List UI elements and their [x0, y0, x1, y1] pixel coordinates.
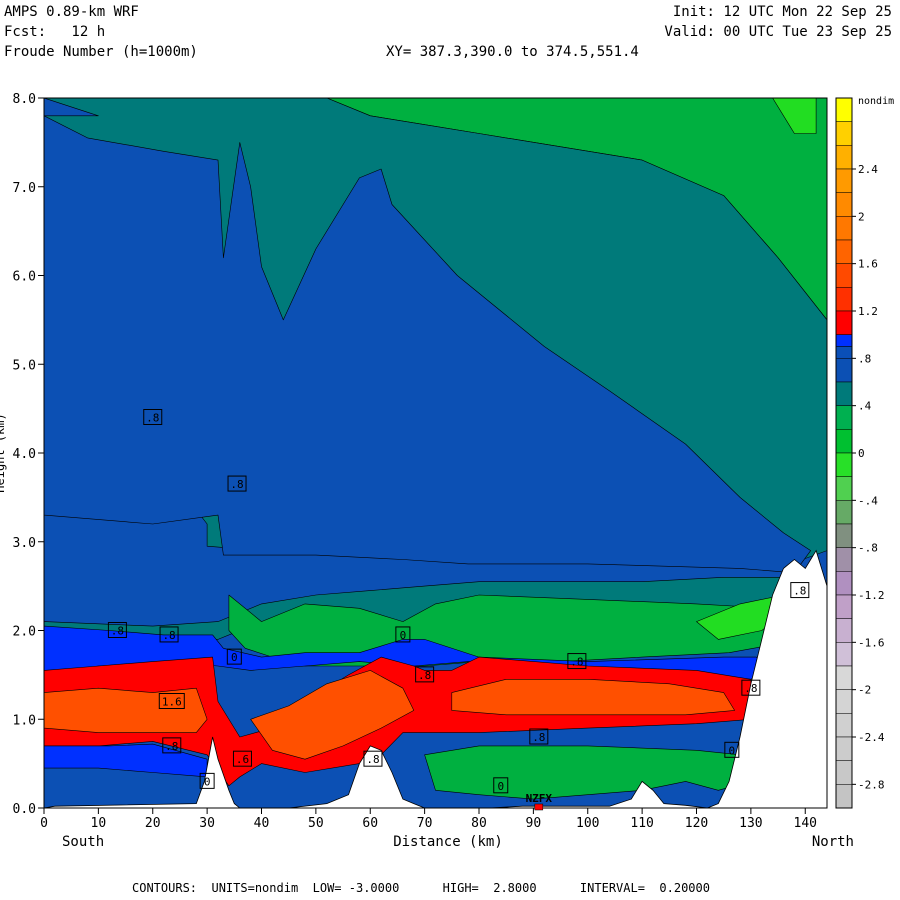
colorbar-label-1.2: 1.2	[858, 305, 878, 318]
colorbar-label-1.6: 1.6	[858, 258, 878, 271]
x-tick-label-90: 90	[526, 816, 542, 831]
x-tick-label-120: 120	[685, 816, 708, 831]
y-tick-label-1.0: 1.0	[13, 713, 36, 728]
colorbar-band-4	[835, 192, 853, 217]
colorbar-band-5	[835, 216, 853, 241]
colorbar-band-30	[835, 784, 853, 809]
y-axis-title: Height (km)	[0, 413, 7, 492]
colorbar-label--.8: -.8	[858, 542, 878, 555]
contour-label-1: .8	[230, 478, 243, 491]
colorbar-band-11	[835, 346, 853, 359]
colorbar-band-23	[835, 618, 853, 643]
x-end-label-north: North	[812, 834, 854, 850]
colorbar-band-14	[835, 405, 853, 430]
contour-label-3: .8	[162, 629, 175, 642]
contour-label-13: .8	[366, 753, 379, 766]
x-tick-label-100: 100	[576, 816, 599, 831]
colorbar-band-7	[835, 263, 853, 288]
contour-label-5: 0	[400, 629, 407, 642]
colorbar-label--2.4: -2.4	[858, 731, 885, 744]
colorbar-band-6	[835, 239, 853, 264]
colorbar-label-2.4: 2.4	[858, 163, 878, 176]
x-tick-label-60: 60	[362, 816, 378, 831]
colorbar-band-26	[835, 689, 853, 714]
x-tick-label-140: 140	[794, 816, 817, 831]
colorbar-band-29	[835, 760, 853, 785]
contour-label-2: .8	[111, 625, 124, 638]
colorbar-band-13	[835, 381, 853, 406]
colorbar-band-0	[835, 97, 853, 122]
x-end-label-south: South	[62, 834, 104, 850]
colorbar-label-0: 0	[858, 447, 865, 460]
x-tick-label-0: 0	[40, 816, 48, 831]
contour-label-8: .8	[744, 682, 757, 695]
contour-label-7: .8	[570, 656, 583, 669]
y-tick-label-4.0: 4.0	[13, 447, 36, 462]
y-tick-label-7.0: 7.0	[13, 181, 36, 196]
colorbar-band-17	[835, 476, 853, 501]
x-tick-label-10: 10	[91, 816, 107, 831]
colorbar-label--.4: -.4	[858, 494, 878, 507]
contour-label-12: .6	[236, 753, 249, 766]
y-tick-label-0.0: 0.0	[13, 802, 36, 817]
colorbar-band-28	[835, 736, 853, 761]
colorbar-unit-label: nondim	[858, 96, 894, 107]
y-tick-label-8.0: 8.0	[13, 92, 36, 107]
colorbar-band-21	[835, 571, 853, 596]
x-tick-label-70: 70	[417, 816, 433, 831]
colorbar-label--1.2: -1.2	[858, 589, 885, 602]
contour-label-9: .8	[793, 585, 806, 598]
colorbar-band-10	[835, 334, 853, 347]
colorbar-band-27	[835, 713, 853, 738]
contour-label-15: 0	[204, 775, 211, 788]
x-tick-label-20: 20	[145, 816, 161, 831]
x-tick-label-130: 130	[739, 816, 762, 831]
y-tick-label-2.0: 2.0	[13, 625, 36, 640]
contour-label-17: 0	[729, 744, 736, 757]
colorbar-label--1.6: -1.6	[858, 636, 885, 649]
cross-section-chart: 0 10 20 30 40 50 60 70 80 90 100 110 120 130 1400.01.0…	[0, 92, 894, 850]
contour-label-0: .8	[146, 412, 159, 425]
contour-label-16: 0	[497, 780, 504, 793]
colorbar-band-20	[835, 547, 853, 572]
contours-footer: CONTOURS: UNITS=nondim LOW= -3.0000 HIGH…	[132, 881, 710, 895]
contour-label-6: .8	[418, 669, 431, 682]
region-orange-core-left	[44, 687, 208, 733]
colorbar-band-2	[835, 145, 853, 170]
contour-label-14: .8	[532, 731, 545, 744]
y-tick-label-6.0: 6.0	[13, 270, 36, 285]
colorbar-band-22	[835, 594, 853, 619]
colorbar-band-19	[835, 523, 853, 548]
colorbar-band-12	[835, 358, 853, 383]
colorbar-band-1	[835, 121, 853, 146]
colorbar-label-.4: .4	[858, 400, 872, 413]
x-tick-label-40: 40	[254, 816, 270, 831]
colorbar-band-24	[835, 642, 853, 667]
x-tick-label-30: 30	[199, 816, 215, 831]
colorbar-band-3	[835, 168, 853, 193]
colorbar-label--2: -2	[858, 684, 871, 697]
colorbar-label--2.8: -2.8	[858, 778, 885, 791]
colorbar-band-16	[835, 452, 853, 477]
colorbar-band-15	[835, 429, 853, 454]
x-tick-label-110: 110	[630, 816, 653, 831]
colorbar-band-18	[835, 500, 853, 525]
colorbar-band-9	[835, 310, 853, 335]
x-tick-label-50: 50	[308, 816, 324, 831]
x-tick-label-80: 80	[471, 816, 487, 831]
froude-chart-page: AMPS 0.89-km WRF Fcst: 12 h Froude Numbe…	[0, 0, 900, 900]
colorbar-label-.8: .8	[858, 352, 871, 365]
colorbar-band-8	[835, 287, 853, 312]
x-axis-title: Distance (km)	[393, 834, 503, 850]
contour-label-10: 1.6	[162, 696, 182, 709]
colorbar-label-2: 2	[858, 210, 865, 223]
contour-label-4: 0	[231, 651, 238, 664]
y-tick-label-3.0: 3.0	[13, 536, 36, 551]
station-label: NZFX	[526, 792, 553, 805]
contour-label-11: .8	[165, 740, 178, 753]
y-tick-label-5.0: 5.0	[13, 358, 36, 373]
colorbar-band-25	[835, 665, 853, 690]
